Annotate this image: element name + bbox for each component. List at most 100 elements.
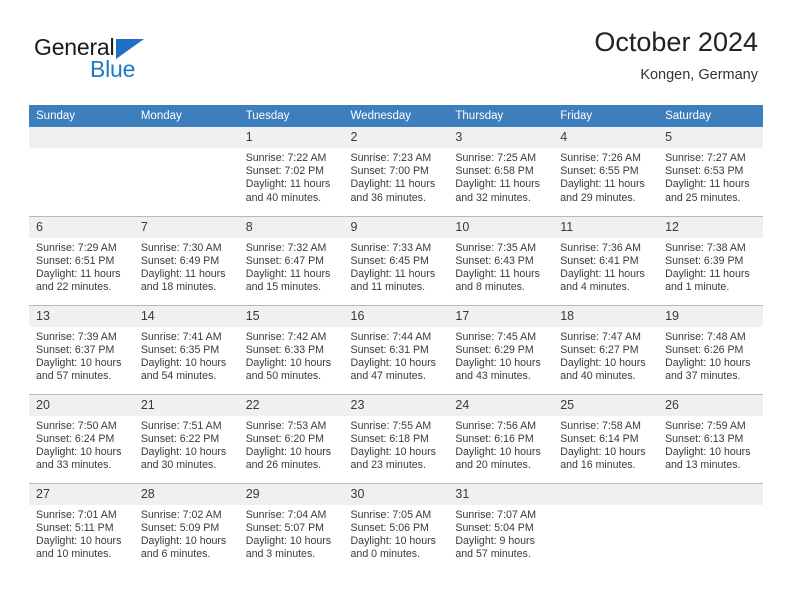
daylight-text-line2: and 0 minutes. — [350, 548, 421, 561]
day-cell-inner: 8 Sunrise: 7:32 AM Sunset: 6:47 PM Daylight… — [238, 216, 344, 305]
calendar-day-cell[interactable]: 29 Sunrise: 7:04 AM Sunset: 5:07 PM Dayligh… — [238, 482, 344, 573]
daylight-text-line1: Daylight: 10 hours — [245, 356, 332, 369]
sunset-text: Sunset: 6:24 PM — [36, 432, 115, 445]
calendar-day-cell[interactable]: 19 Sunrise: 7:48 AM Sunset: 6:26 PM Dayligh… — [658, 304, 763, 394]
day-cell-inner: 16 Sunrise: 7:44 AM Sunset: 6:31 PM Dayligh… — [343, 305, 449, 394]
day-details: Sunrise: 7:44 AM Sunset: 6:31 PM Daylight:… — [344, 327, 449, 384]
calendar-day-cell[interactable]: 20 Sunrise: 7:50 AM Sunset: 6:24 PM Dayligh… — [29, 393, 134, 483]
sunrise-text: Sunrise: 7:32 AM — [245, 241, 327, 254]
day-details: Sunrise: 7:39 AM Sunset: 6:37 PM Daylight:… — [29, 327, 134, 384]
day-details: Sunrise: 7:58 AM Sunset: 6:14 PM Daylight:… — [553, 416, 658, 473]
calendar-day-cell-empty — [133, 127, 239, 216]
daylight-text-line1: Daylight: 10 hours — [245, 445, 332, 458]
day-number: 8 — [238, 216, 344, 238]
day-cell-inner: 13 Sunrise: 7:39 AM Sunset: 6:37 PM Dayligh… — [29, 305, 134, 394]
daylight-text-line1: Daylight: 10 hours — [245, 534, 332, 547]
day-cell-inner: 5 Sunrise: 7:27 AM Sunset: 6:53 PM Daylight… — [658, 127, 763, 216]
daylight-text-line1: Daylight: 11 hours — [245, 267, 331, 280]
daylight-text-line1: Daylight: 11 hours — [350, 267, 436, 280]
sunrise-text: Sunrise: 7:39 AM — [36, 330, 117, 343]
calendar-day-cell[interactable]: 24 Sunrise: 7:56 AM Sunset: 6:16 PM Dayligh… — [448, 393, 554, 483]
sunset-text: Sunset: 6:29 PM — [455, 343, 534, 356]
day-cell-inner: 19 Sunrise: 7:48 AM Sunset: 6:26 PM Dayligh… — [658, 305, 763, 394]
daylight-text-line1: Daylight: 10 hours — [665, 356, 751, 369]
calendar-day-cell[interactable]: 31 Sunrise: 7:07 AM Sunset: 5:04 PM Dayligh… — [448, 482, 554, 573]
weekday-header-monday: Monday — [133, 105, 239, 127]
day-cell-inner: 22 Sunrise: 7:53 AM Sunset: 6:20 PM Dayligh… — [238, 394, 344, 483]
calendar-day-cell[interactable]: 4 Sunrise: 7:26 AM Sunset: 6:55 PM Daylight… — [553, 127, 659, 216]
calendar-day-cell[interactable]: 7 Sunrise: 7:30 AM Sunset: 6:49 PM Daylight… — [133, 215, 239, 305]
day-number: 3 — [448, 127, 554, 148]
calendar-day-cell[interactable]: 14 Sunrise: 7:41 AM Sunset: 6:35 PM Dayligh… — [133, 304, 239, 394]
daylight-text-line1: Daylight: 10 hours — [455, 356, 541, 369]
day-number: 16 — [343, 305, 449, 327]
day-cell-inner: 27 Sunrise: 7:01 AM Sunset: 5:11 PM Dayligh… — [29, 483, 134, 573]
calendar-day-cell[interactable]: 26 Sunrise: 7:59 AM Sunset: 6:13 PM Dayligh… — [658, 393, 763, 483]
calendar-day-cell[interactable]: 16 Sunrise: 7:44 AM Sunset: 6:31 PM Dayligh… — [343, 304, 449, 394]
calendar-day-cell[interactable]: 1 Sunrise: 7:22 AM Sunset: 7:02 PM Daylight… — [238, 127, 344, 216]
day-cell-inner — [658, 483, 763, 573]
calendar-day-cell[interactable]: 17 Sunrise: 7:45 AM Sunset: 6:29 PM Dayligh… — [448, 304, 554, 394]
calendar-day-cell[interactable]: 23 Sunrise: 7:55 AM Sunset: 6:18 PM Dayligh… — [343, 393, 449, 483]
day-cell-inner: 31 Sunrise: 7:07 AM Sunset: 5:04 PM Dayligh… — [448, 483, 554, 573]
calendar-day-cell[interactable]: 9 Sunrise: 7:33 AM Sunset: 6:45 PM Daylight… — [343, 215, 449, 305]
day-number: 4 — [553, 127, 659, 148]
calendar-day-cell[interactable]: 22 Sunrise: 7:53 AM Sunset: 6:20 PM Dayligh… — [238, 393, 344, 483]
day-number: 7 — [133, 216, 239, 238]
day-details: Sunrise: 7:25 AM Sunset: 6:58 PM Daylight:… — [448, 148, 553, 205]
daylight-text-line1: Daylight: 10 hours — [36, 445, 122, 458]
calendar-day-cell[interactable]: 11 Sunrise: 7:36 AM Sunset: 6:41 PM Dayligh… — [553, 215, 659, 305]
day-cell-inner: 4 Sunrise: 7:26 AM Sunset: 6:55 PM Daylight… — [553, 127, 659, 216]
day-number: 14 — [133, 305, 239, 327]
calendar-day-cell[interactable]: 21 Sunrise: 7:51 AM Sunset: 6:22 PM Dayligh… — [133, 393, 239, 483]
calendar-day-cell[interactable]: 8 Sunrise: 7:32 AM Sunset: 6:47 PM Daylight… — [238, 215, 344, 305]
day-cell-inner: 15 Sunrise: 7:42 AM Sunset: 6:33 PM Dayligh… — [238, 305, 344, 394]
sunset-text: Sunset: 6:22 PM — [140, 432, 220, 445]
sunrise-text: Sunrise: 7:51 AM — [140, 419, 222, 432]
calendar-day-cell[interactable]: 12 Sunrise: 7:38 AM Sunset: 6:39 PM Dayligh… — [658, 215, 763, 305]
day-cell-inner: 29 Sunrise: 7:04 AM Sunset: 5:07 PM Dayligh… — [238, 483, 344, 573]
calendar-page: General Blue October 2024 Kongen, German… — [0, 0, 792, 612]
day-details: Sunrise: 7:38 AM Sunset: 6:39 PM Daylight:… — [658, 238, 763, 295]
daylight-text-line2: and 1 minute. — [665, 281, 730, 294]
day-details: Sunrise: 7:26 AM Sunset: 6:55 PM Daylight:… — [553, 148, 658, 205]
calendar-day-cell[interactable]: 6 Sunrise: 7:29 AM Sunset: 6:51 PM Daylight… — [29, 215, 134, 305]
sunset-text: Sunset: 6:39 PM — [665, 254, 744, 267]
sunset-text: Sunset: 6:33 PM — [245, 343, 325, 356]
day-details: Sunrise: 7:36 AM Sunset: 6:41 PM Daylight:… — [553, 238, 658, 295]
calendar-day-cell[interactable]: 27 Sunrise: 7:01 AM Sunset: 5:11 PM Dayligh… — [29, 482, 134, 573]
daylight-text-line2: and 23 minutes. — [350, 459, 426, 472]
sunrise-text: Sunrise: 7:29 AM — [36, 241, 117, 254]
calendar-day-cell[interactable]: 3 Sunrise: 7:25 AM Sunset: 6:58 PM Daylight… — [448, 127, 554, 216]
weekday-header-saturday: Saturday — [658, 105, 763, 127]
day-cell-inner: 9 Sunrise: 7:33 AM Sunset: 6:45 PM Daylight… — [343, 216, 449, 305]
calendar-day-cell[interactable]: 28 Sunrise: 7:02 AM Sunset: 5:09 PM Dayligh… — [133, 482, 239, 572]
sunset-text: Sunset: 6:43 PM — [455, 254, 534, 267]
calendar-day-cell[interactable]: 25 Sunrise: 7:58 AM Sunset: 6:14 PM Dayligh… — [553, 393, 659, 483]
day-cell-inner: 2 Sunrise: 7:23 AM Sunset: 7:00 PM Daylight… — [343, 127, 449, 216]
calendar-day-cell[interactable]: 2 Sunrise: 7:23 AM Sunset: 7:00 PM Daylight… — [343, 127, 449, 216]
sunrise-text: Sunrise: 7:25 AM — [455, 152, 537, 164]
daylight-text-line1: Daylight: 10 hours — [36, 534, 122, 547]
sunrise-text: Sunrise: 7:22 AM — [245, 152, 327, 164]
calendar-day-cell[interactable]: 5 Sunrise: 7:27 AM Sunset: 6:53 PM Daylight… — [658, 127, 763, 216]
daylight-text-line1: Daylight: 11 hours — [455, 178, 540, 191]
calendar-day-cell[interactable]: 10 Sunrise: 7:35 AM Sunset: 6:43 PM Dayligh… — [448, 215, 554, 305]
day-details: Sunrise: 7:30 AM Sunset: 6:49 PM Daylight:… — [134, 238, 239, 295]
day-details: Sunrise: 7:41 AM Sunset: 6:35 PM Daylight:… — [134, 327, 239, 384]
day-number: 26 — [658, 394, 763, 416]
calendar-day-cell[interactable]: 13 Sunrise: 7:39 AM Sunset: 6:37 PM Dayligh… — [29, 304, 134, 394]
daylight-text-line1: Daylight: 10 hours — [350, 445, 436, 458]
day-cell-inner: 23 Sunrise: 7:55 AM Sunset: 6:18 PM Dayligh… — [343, 394, 449, 483]
calendar-day-cell[interactable]: 15 Sunrise: 7:42 AM Sunset: 6:33 PM Dayligh… — [238, 304, 344, 394]
day-number: 6 — [29, 216, 134, 238]
calendar-day-cell[interactable]: 18 Sunrise: 7:47 AM Sunset: 6:27 PM Dayligh… — [553, 304, 659, 394]
day-number: 19 — [658, 305, 763, 327]
day-number: 1 — [238, 127, 344, 148]
sunset-text: Sunset: 6:18 PM — [350, 432, 429, 445]
day-details — [658, 505, 763, 509]
daylight-text-line1: Daylight: 11 hours — [560, 267, 645, 280]
calendar-day-cell[interactable]: 30 Sunrise: 7:05 AM Sunset: 5:06 PM Dayligh… — [343, 482, 449, 572]
sunrise-text: Sunrise: 7:35 AM — [455, 241, 537, 254]
daylight-text-line1: Daylight: 10 hours — [455, 445, 541, 458]
